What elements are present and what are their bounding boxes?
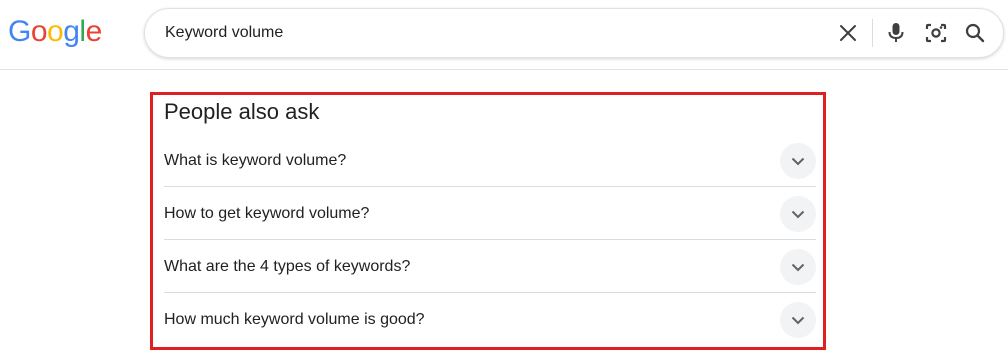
search-box [144, 8, 1004, 58]
paa-question-row[interactable]: How to get keyword volume? [164, 187, 816, 240]
header-bar: Google [0, 0, 1008, 70]
logo-letter: o [47, 15, 64, 48]
paa-question-text: What is keyword volume? [164, 152, 347, 169]
paa-question-text: What are the 4 types of keywords? [164, 258, 411, 275]
search-input[interactable] [165, 9, 805, 57]
paa-question-row[interactable]: What is keyword volume? [164, 134, 816, 187]
people-also-ask-title: People also ask [164, 99, 320, 124]
logo-letter: G [8, 15, 31, 48]
paa-question-text: How to get keyword volume? [164, 205, 370, 222]
expand-button[interactable] [780, 302, 816, 338]
logo-letter: o [30, 15, 48, 48]
paa-question-text: How much keyword volume is good? [164, 311, 425, 328]
camera-lens-icon[interactable] [923, 20, 949, 46]
search-icon[interactable] [962, 20, 988, 46]
chevron-down-icon [791, 210, 805, 218]
expand-button[interactable] [780, 249, 816, 285]
chevron-down-icon [791, 263, 805, 271]
search-divider [872, 19, 873, 47]
expand-button[interactable] [780, 143, 816, 179]
google-logo[interactable]: Google [8, 12, 102, 52]
logo-letter: g [63, 15, 80, 48]
chevron-down-icon [791, 316, 805, 324]
expand-button[interactable] [780, 196, 816, 232]
chevron-down-icon [791, 157, 805, 165]
microphone-icon[interactable] [883, 20, 909, 46]
paa-question-row[interactable]: How much keyword volume is good? [164, 293, 816, 346]
paa-question-row[interactable]: What are the 4 types of keywords? [164, 240, 816, 293]
close-icon[interactable] [835, 20, 861, 46]
logo-letter: e [85, 15, 103, 48]
